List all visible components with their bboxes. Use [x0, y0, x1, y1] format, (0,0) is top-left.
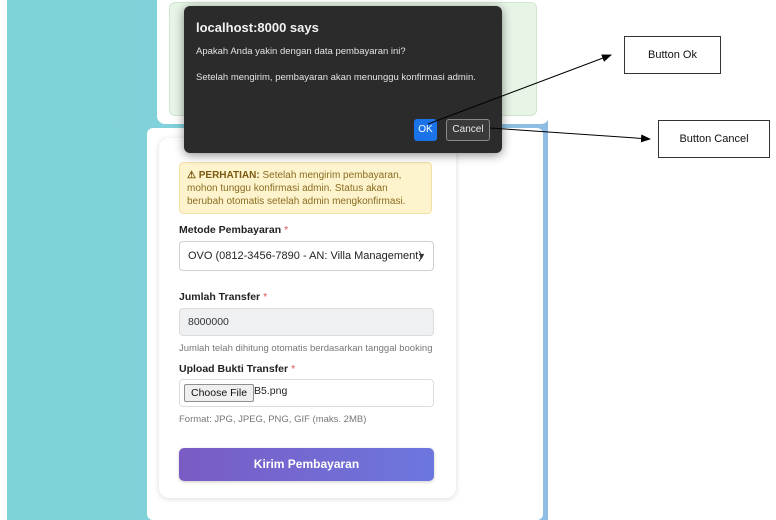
cancel-callout-label: Button Cancel — [658, 120, 770, 158]
annotation-arrows — [427, 54, 651, 143]
ok-callout-arrow — [427, 54, 612, 125]
ok-callout-label: Button Ok — [624, 36, 721, 74]
cancel-callout-arrow — [489, 127, 651, 143]
